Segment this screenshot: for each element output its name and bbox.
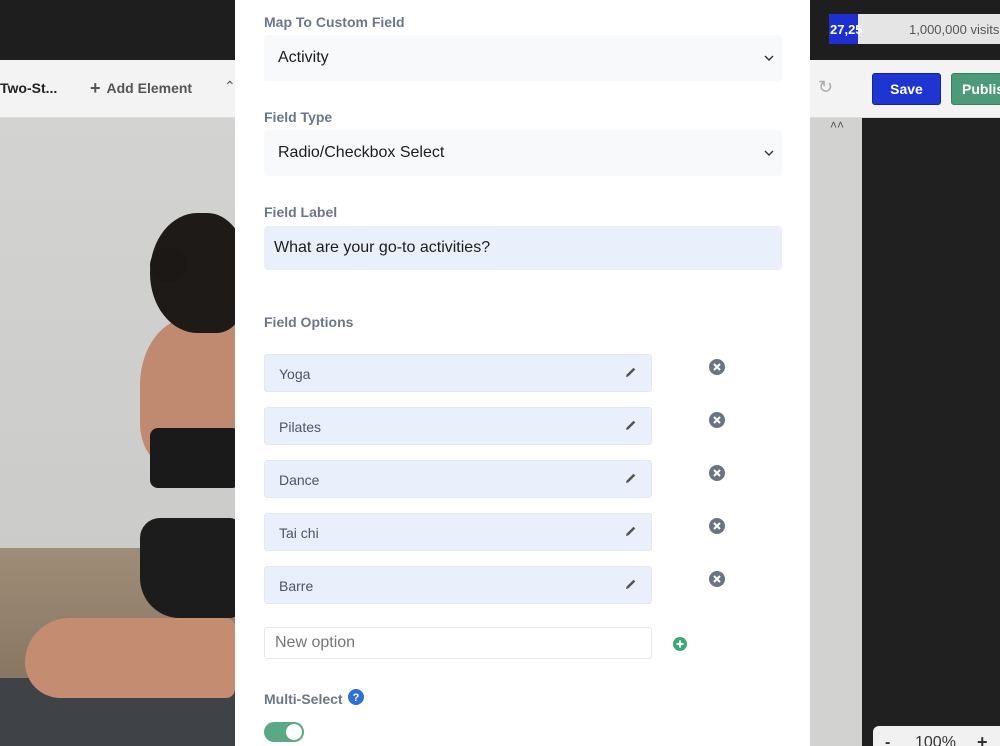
pencil-icon[interactable] [625,578,637,590]
field-type-value: Radio/Checkbox Select [278,144,445,161]
option-label: Dance [279,472,320,488]
option-item[interactable]: Tai chi [264,513,652,551]
option-item[interactable]: Barre [264,566,652,604]
visits-count: 27,25 [830,22,863,37]
new-option-input[interactable] [264,627,652,659]
remove-option-icon[interactable] [709,465,725,481]
remove-option-icon[interactable] [709,359,725,375]
option-item[interactable]: Dance [264,460,652,498]
add-element-button[interactable]: + Add Element [90,78,193,98]
option-label: Tai chi [279,525,319,541]
field-type-select[interactable]: Radio/Checkbox Select [264,130,782,176]
visits-limit: 1,000,000 visits [909,22,1000,37]
field-type-label: Field Type [264,109,333,125]
remove-option-icon[interactable] [709,571,725,587]
map-field-select[interactable]: Activity [264,35,782,81]
yoga-photo [0,118,250,746]
zoom-in-button[interactable]: + [977,732,988,746]
add-option-icon[interactable] [673,637,687,651]
toggle-knob [286,724,302,740]
remove-option-icon[interactable] [709,412,725,428]
collapse-icon[interactable]: ˄˄ [830,118,844,132]
svg-text:?: ? [353,692,360,704]
multi-select-label: Multi-Select [264,691,343,707]
redo-icon[interactable]: ↻ [818,77,833,98]
multi-select-toggle[interactable] [264,722,304,742]
zoom-control: - 100% + [873,726,1000,746]
option-label: Barre [279,578,314,594]
chevron-up-icon[interactable]: ⌃ [224,78,236,95]
zoom-out-button[interactable]: - [885,734,890,746]
option-item[interactable]: Pilates [264,407,652,445]
pencil-icon[interactable] [625,366,637,378]
save-button[interactable]: Save [872,73,941,105]
field-options-heading: Field Options [264,314,354,330]
visits-meter: 27,25 1,000,000 visits [829,14,1000,44]
pencil-icon[interactable] [625,419,637,431]
add-element-label: Add Element [106,80,193,96]
chevron-down-icon [764,150,774,156]
chevron-down-icon [764,55,774,61]
field-settings-panel: Map To Custom Field Activity Field Type … [235,0,810,746]
map-field-label: Map To Custom Field [264,14,405,30]
option-item[interactable]: Yoga [264,354,652,392]
field-label-heading: Field Label [264,204,338,220]
zoom-level: 100% [915,734,956,746]
option-label: Yoga [279,366,311,382]
pencil-icon[interactable] [625,525,637,537]
help-icon[interactable]: ? [348,689,364,705]
plus-icon: + [90,78,101,98]
pencil-icon[interactable] [625,472,637,484]
map-field-value: Activity [278,49,329,66]
right-sidebar [862,118,1000,746]
remove-option-icon[interactable] [709,518,725,534]
page-title[interactable]: Two-St... [0,80,57,96]
publish-button[interactable]: Publish [951,73,1000,105]
field-label-input[interactable] [264,226,782,270]
option-label: Pilates [279,419,322,435]
